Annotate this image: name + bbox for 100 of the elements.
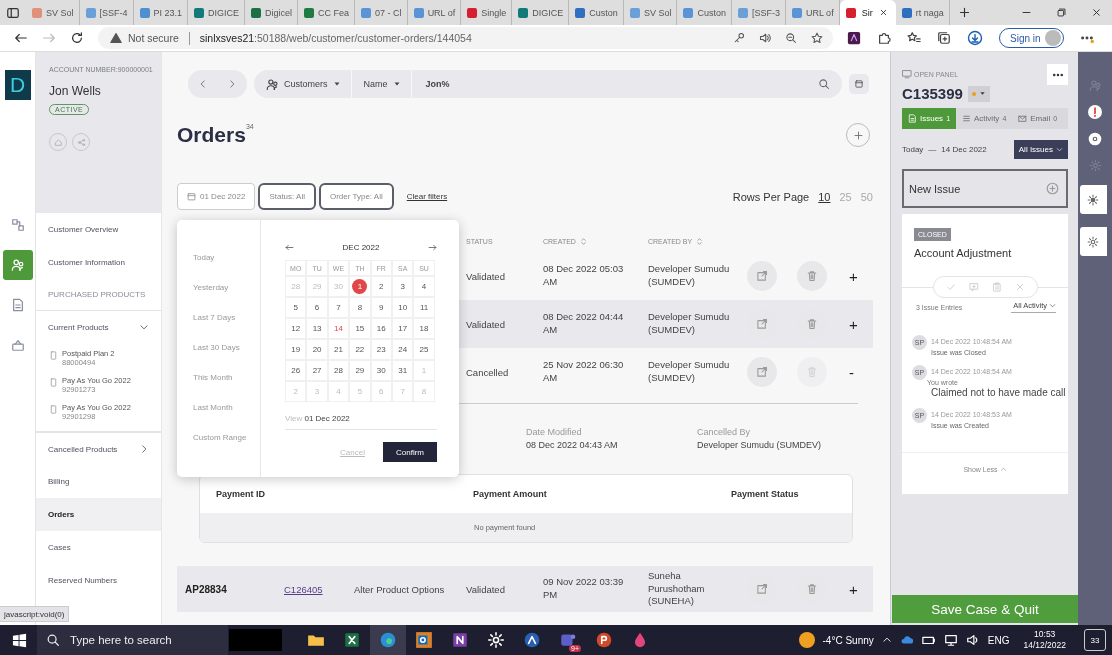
calendar-day[interactable]: 3 (400, 282, 405, 291)
nav-group[interactable]: Current Products (36, 310, 161, 343)
settings-tab[interactable] (1079, 227, 1107, 256)
notification-button[interactable]: 33 (1084, 629, 1106, 651)
key-icon[interactable] (733, 32, 745, 44)
calendar-day[interactable]: 27 (312, 366, 322, 375)
windows-start-icon[interactable] (12, 632, 27, 648)
trash-icon (806, 318, 818, 330)
nav-item[interactable]: Customer Information (36, 246, 161, 279)
scope-dropdown[interactable]: Customers (254, 70, 352, 98)
calendar-day[interactable]: 6 (314, 303, 320, 312)
taskbar-search-field[interactable]: Type here to search (37, 625, 228, 655)
calendar-day[interactable]: 1 (352, 279, 368, 294)
window-icon[interactable] (6, 5, 20, 20)
reload-icon[interactable] (70, 31, 84, 45)
case-link[interactable]: C126405 (284, 583, 323, 595)
next-month-icon[interactable] (428, 242, 437, 252)
calendar-day[interactable]: 31 (398, 366, 408, 375)
panel-button[interactable] (849, 74, 869, 94)
cloud-icon[interactable] (899, 633, 914, 647)
slides-app-icon (595, 631, 613, 649)
clear-filters-link[interactable]: Clear filters (406, 192, 448, 201)
calendar-day[interactable]: 2 (379, 282, 384, 291)
calendar-day[interactable]: 19 (291, 345, 301, 354)
puzzle-icon[interactable] (877, 31, 891, 45)
nav-item[interactable]: Customer Overview (36, 213, 161, 246)
previous-month-icon[interactable] (285, 242, 294, 252)
calendar-day[interactable]: 10 (398, 303, 408, 312)
new-issue-button[interactable]: New Issue (902, 169, 1068, 208)
close-icon[interactable] (1091, 7, 1102, 18)
issues-filter-dropdown[interactable]: All Issues (1013, 140, 1068, 159)
network-icon[interactable] (943, 633, 958, 647)
search-icon[interactable] (818, 78, 830, 90)
calendar-day[interactable]: 18 (419, 324, 429, 333)
caret-icon (978, 90, 986, 97)
status-filter[interactable]: Status: All (258, 183, 316, 210)
language-indicator[interactable]: ENG (987, 634, 1010, 646)
speaker-icon[interactable] (965, 633, 980, 647)
calendar-day[interactable]: 29 (355, 366, 365, 375)
calendar-day[interactable]: 4 (421, 282, 427, 291)
zoom-out-icon[interactable] (785, 32, 797, 44)
check-icon[interactable] (945, 282, 956, 292)
calendar-day[interactable]: 14 (334, 324, 343, 333)
calendar-day[interactable]: 28 (334, 366, 343, 375)
nav-item[interactable]: Cases (36, 531, 161, 564)
nav-item[interactable]: Orders (36, 498, 161, 531)
calendar-day[interactable]: 11 (419, 303, 429, 312)
calendar-day[interactable]: 23 (376, 345, 386, 354)
expand-toggle[interactable]: - (849, 363, 854, 381)
weather-text[interactable]: -4°C Sunny (822, 634, 874, 646)
calendar-day[interactable]: 15 (355, 324, 365, 333)
clipboard-icon[interactable] (991, 282, 1002, 292)
favorite-star-icon[interactable] (811, 32, 823, 44)
collections-icon[interactable] (937, 31, 951, 45)
restore-icon[interactable] (1056, 7, 1067, 18)
confirm-button[interactable]: Confirm (383, 442, 437, 462)
extension-icon[interactable] (847, 31, 861, 45)
expand-toggle[interactable]: + (849, 315, 858, 333)
address-bar[interactable]: Not secure sinlxsves21:50188/web/customer/customer-orders/144054 (98, 27, 833, 49)
calendar-day[interactable]: 30 (376, 366, 386, 375)
calendar-day[interactable]: 16 (376, 324, 386, 333)
nav-item[interactable]: Reserved Numbers (36, 564, 161, 597)
page-size-option[interactable]: 10 (818, 190, 831, 203)
calendar-day[interactable]: 17 (398, 324, 408, 333)
calendar-day[interactable]: 24 (398, 345, 408, 354)
table-cell: 08 Dec 2022 04:44 AM (543, 311, 625, 337)
calendar-day[interactable]: 12 (291, 324, 301, 333)
alert-icon[interactable] (1088, 105, 1102, 119)
calendar-day[interactable]: 26 (291, 366, 301, 375)
side-tab[interactable] (1079, 185, 1107, 214)
more-button[interactable] (1047, 64, 1068, 85)
expand-toggle[interactable]: + (849, 267, 858, 285)
calendar-day[interactable]: 13 (312, 324, 322, 333)
back-icon[interactable] (14, 31, 28, 45)
calendar-day[interactable]: 20 (312, 345, 322, 354)
calendar-day[interactable]: 5 (293, 303, 298, 312)
favorites-icon[interactable] (907, 31, 921, 45)
clock[interactable]: 10:53 14/12/2022 (1023, 629, 1066, 651)
calendar-day[interactable]: 21 (334, 345, 343, 354)
calendar-day[interactable]: 9 (379, 303, 384, 312)
calendar-day[interactable]: 8 (357, 303, 363, 312)
info-icon[interactable] (1088, 132, 1102, 146)
order-type-filter[interactable]: Order Type: All (318, 183, 394, 210)
table-cell-text: Validated (466, 318, 506, 330)
new-tab-icon[interactable] (957, 6, 971, 19)
download-icon[interactable] (967, 30, 983, 46)
calendar-day[interactable]: 22 (355, 345, 365, 354)
chevron-up-icon[interactable] (881, 635, 892, 645)
nav-item[interactable]: Billing (36, 465, 161, 498)
calendar-day[interactable]: 25 (419, 345, 429, 354)
rail-button[interactable] (2, 250, 33, 280)
field-dropdown[interactable]: Name (351, 70, 412, 98)
search-bar[interactable]: Customers Name Jon% (254, 70, 842, 98)
close-icon[interactable] (878, 8, 888, 17)
date-filter[interactable]: 01 Dec 2022 (177, 183, 256, 210)
expand-toggle[interactable]: + (849, 580, 858, 598)
calendar-day[interactable]: 7 (336, 303, 341, 312)
browser-tab[interactable]: Sir (839, 0, 896, 25)
nav-group[interactable]: Cancelled Products (36, 432, 161, 465)
read-aloud-icon[interactable] (759, 32, 771, 44)
